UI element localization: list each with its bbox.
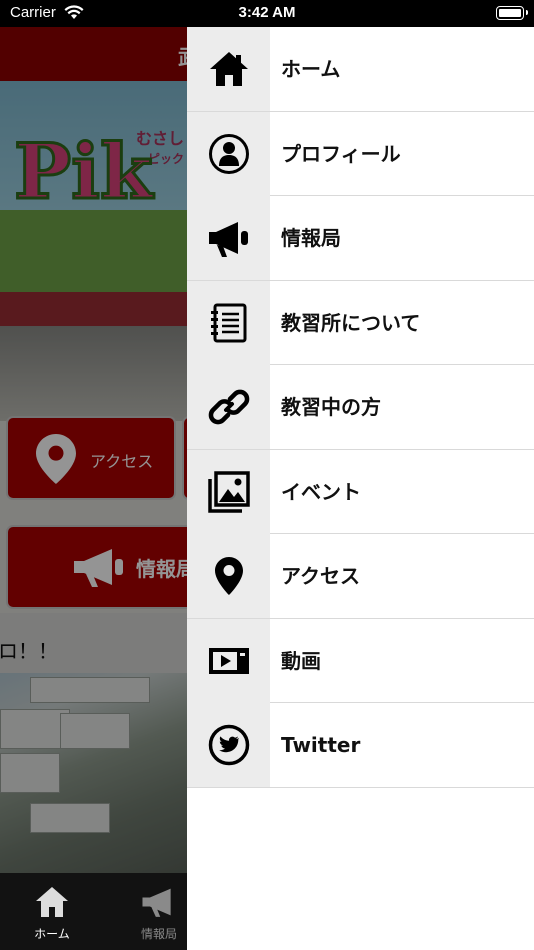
menu-item-twitter[interactable]: Twitter [187,703,534,788]
status-time: 3:42 AM [238,4,296,21]
video-icon [209,647,249,674]
menu-item-label: 動画 [281,648,321,673]
menu-item-label: プロフィール [281,141,401,166]
tab-home-label: ホーム [34,927,70,941]
megaphone-icon [142,888,171,917]
menu-item-label: 教習中の方 [281,395,381,419]
menu-item-video[interactable]: 動画 [187,618,534,703]
status-bar: Carrier 3:42 AM [0,0,534,27]
menu-item-label: 情報局 [281,226,341,250]
tab-home[interactable]: ホーム [12,881,92,943]
menu-item-students[interactable]: 教習中の方 [187,365,534,450]
menu-item-label: Twitter [281,733,361,757]
menu-item-label: イベント [281,479,361,504]
dim-overlay[interactable] [0,27,187,950]
side-drawer: ホーム プロフィール 情報局 教習所について 教習中の方 イベント アクセス 動… [187,27,534,950]
menu-item-home[interactable]: ホーム [187,27,534,112]
home-icon [210,52,248,86]
menu-item-about[interactable]: 教習所について [187,280,534,365]
menu-item-label: ホーム [281,57,341,81]
menu-item-label: 教習所について [281,310,421,335]
twitter-icon [208,724,250,766]
background-app[interactable]: 武 むさし ピック Pik アクセス 情報局 ロ！！ [0,27,187,950]
megaphone-icon [209,222,248,257]
link-icon [208,389,250,425]
location-pin-icon [215,557,243,595]
home-icon [36,887,68,917]
menu-item-access[interactable]: アクセス [187,534,534,619]
menu-item-profile[interactable]: プロフィール [187,111,534,196]
tab-bar: ホーム 情報局 [0,873,187,950]
notebook-icon [211,303,247,342]
menu-item-label: アクセス [281,564,360,588]
battery-icon [496,6,528,20]
menu-item-info[interactable]: 情報局 [187,196,534,281]
gallery-icon [208,470,250,513]
menu-item-events[interactable]: イベント [187,449,534,534]
profile-icon [209,133,249,174]
